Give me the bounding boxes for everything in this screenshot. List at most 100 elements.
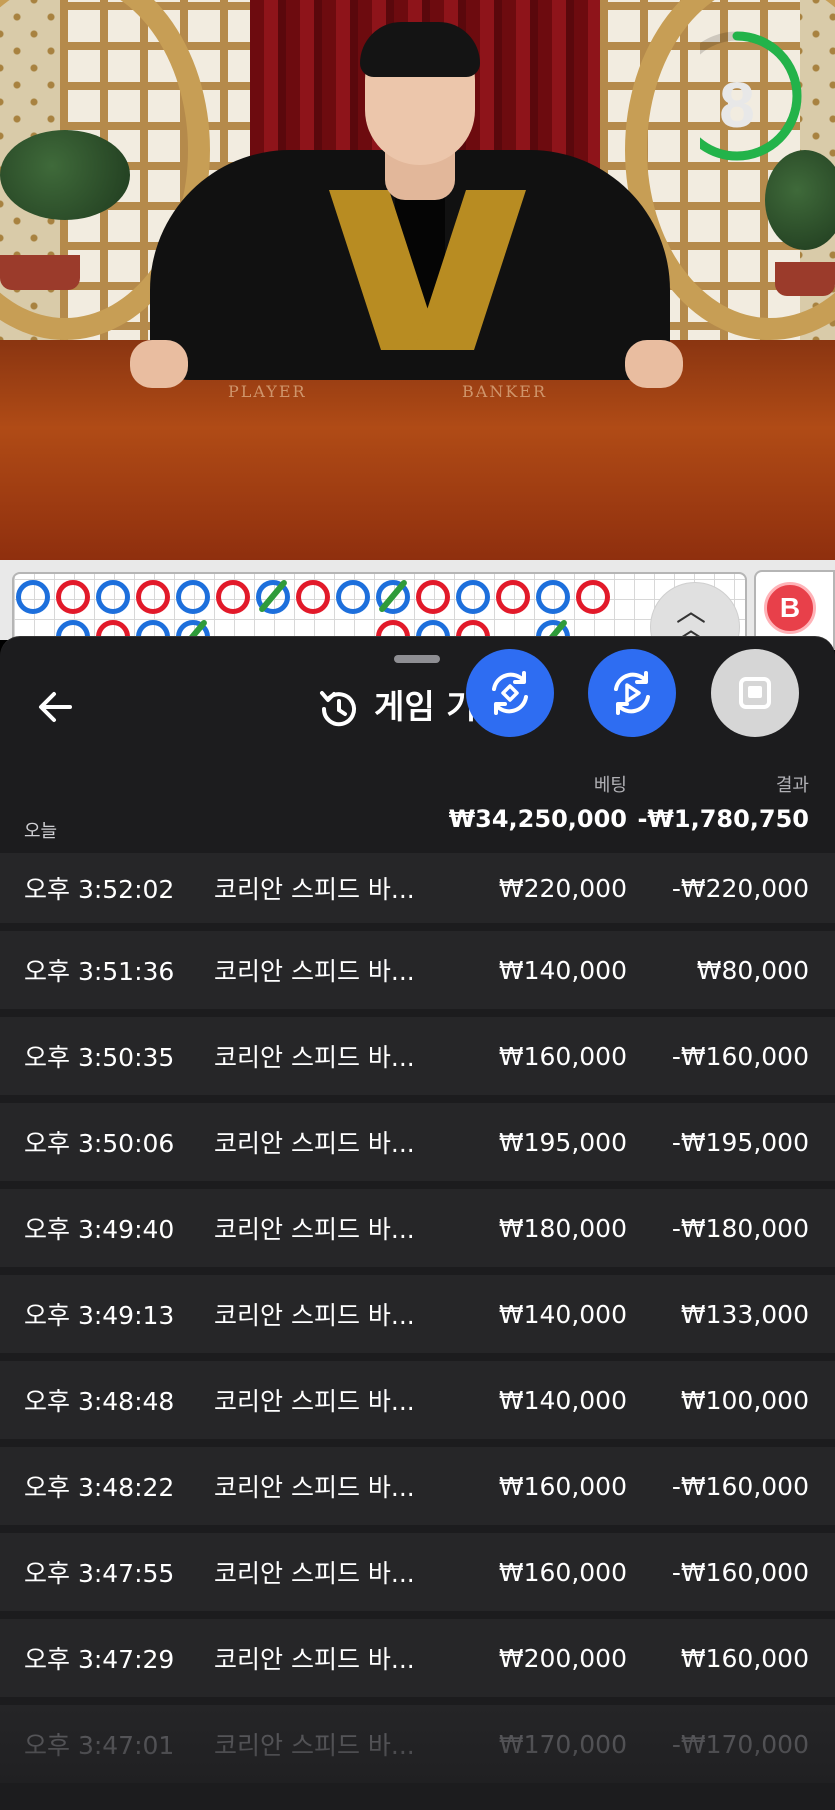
history-row[interactable]: 오후 3:49:40 코리안 스피드 바... ₩180,000 -₩180,0… <box>0 1189 835 1267</box>
sync-icon <box>492 671 528 715</box>
chevron-up-icon: ︿ ︿ <box>676 594 706 647</box>
row-result: -₩195,000 <box>671 1127 809 1157</box>
game-history-sheet: 게임 기록 베팅 결과 오늘 ₩34,250,000 -₩1,780,750 오… <box>0 636 835 1810</box>
history-row[interactable]: 오후 3:52:02 코리안 스피드 바... ₩220,000 -₩220,0… <box>0 853 835 923</box>
row-bet: ₩140,000 <box>498 1299 627 1329</box>
row-game: 코리안 스피드 바... <box>214 1387 415 1416</box>
row-bet: ₩170,000 <box>498 1729 627 1759</box>
row-result: -₩160,000 <box>671 1471 809 1501</box>
row-time: 오후 3:48:48 <box>24 1387 175 1416</box>
history-list: 오후 3:52:02 코리안 스피드 바... ₩220,000 -₩220,0… <box>0 853 835 1791</box>
sync-button[interactable] <box>466 649 554 737</box>
row-game: 코리안 스피드 바... <box>214 875 415 904</box>
banker-badge: B <box>764 582 816 634</box>
result-column-header: 결과 <box>775 775 809 796</box>
row-result: ₩133,000 <box>680 1299 809 1329</box>
player-area-label: PLAYER <box>228 382 307 401</box>
banker-bead <box>56 580 90 614</box>
play-sync-icon <box>614 671 650 715</box>
row-time: 오후 3:47:01 <box>24 1731 175 1760</box>
row-game: 코리안 스피드 바... <box>214 957 415 986</box>
banker-bead <box>216 580 250 614</box>
row-bet: ₩140,000 <box>498 955 627 985</box>
dealer-hand-right <box>625 340 683 388</box>
banker-bead <box>296 580 330 614</box>
row-result: -₩170,000 <box>671 1729 809 1759</box>
bonsai-right <box>765 150 835 250</box>
dealer-hair <box>360 22 480 77</box>
player-bead <box>536 580 570 614</box>
player-bead <box>96 580 130 614</box>
row-bet: ₩140,000 <box>498 1385 627 1415</box>
bet-column-header: 베팅 <box>593 775 627 796</box>
dealer-hand-left <box>130 340 188 388</box>
history-row[interactable]: 오후 3:51:36 코리안 스피드 바... ₩140,000 ₩80,000 <box>0 931 835 1009</box>
live-video[interactable]: PLAYER BANKER 8 <box>0 0 835 560</box>
history-row[interactable]: 오후 3:50:06 코리안 스피드 바... ₩195,000 -₩195,0… <box>0 1103 835 1181</box>
result-total: -₩1,780,750 <box>637 805 809 833</box>
today-label: 오늘 <box>24 821 58 842</box>
history-row[interactable]: 오후 3:48:22 코리안 스피드 바... ₩160,000 -₩160,0… <box>0 1447 835 1525</box>
row-game: 코리안 스피드 바... <box>214 1645 415 1674</box>
banker-bead <box>496 580 530 614</box>
history-row[interactable]: 오후 3:50:35 코리안 스피드 바... ₩160,000 -₩160,0… <box>0 1017 835 1095</box>
row-bet: ₩160,000 <box>498 1557 627 1587</box>
row-game: 코리안 스피드 바... <box>214 1043 415 1072</box>
row-result: ₩100,000 <box>680 1385 809 1415</box>
arrow-left-icon[interactable] <box>36 677 80 737</box>
stop-icon <box>739 677 771 709</box>
player-bead <box>456 580 490 614</box>
bet-total: ₩34,250,000 <box>448 805 627 833</box>
row-game: 코리안 스피드 바... <box>214 1301 415 1330</box>
row-game: 코리안 스피드 바... <box>214 1215 415 1244</box>
row-game: 코리안 스피드 바... <box>214 1559 415 1588</box>
stop-button[interactable] <box>711 649 799 737</box>
row-result: -₩180,000 <box>671 1213 809 1243</box>
row-bet: ₩220,000 <box>498 873 627 903</box>
row-bet: ₩195,000 <box>498 1127 627 1157</box>
player-bead <box>16 580 50 614</box>
row-time: 오후 3:51:36 <box>24 957 175 986</box>
history-row[interactable]: 오후 3:47:01 코리안 스피드 바... ₩170,000 -₩170,0… <box>0 1705 835 1783</box>
play-sync-button[interactable] <box>588 649 676 737</box>
row-result: ₩80,000 <box>696 955 809 985</box>
row-result: ₩160,000 <box>680 1643 809 1673</box>
row-game: 코리안 스피드 바... <box>214 1731 415 1760</box>
bonsai-left <box>0 130 130 220</box>
history-row[interactable]: 오후 3:48:48 코리안 스피드 바... ₩140,000 ₩100,00… <box>0 1361 835 1439</box>
player-bead <box>176 580 210 614</box>
row-result: -₩160,000 <box>671 1557 809 1587</box>
row-time: 오후 3:52:02 <box>24 875 175 904</box>
pot-right <box>775 262 835 296</box>
row-game: 코리안 스피드 바... <box>214 1473 415 1502</box>
row-bet: ₩200,000 <box>498 1643 627 1673</box>
row-game: 코리안 스피드 바... <box>214 1129 415 1158</box>
player-bead <box>336 580 370 614</box>
history-icon <box>316 679 360 739</box>
sheet-grabber[interactable] <box>394 655 440 663</box>
bead-road <box>12 572 747 640</box>
row-time: 오후 3:49:40 <box>24 1215 175 1244</box>
banker-area-label: BANKER <box>462 382 547 401</box>
countdown-timer: 8 <box>672 28 806 164</box>
roadmap-strip[interactable]: B ︿ ︿ <box>0 560 835 672</box>
row-time: 오후 3:47:55 <box>24 1559 175 1588</box>
row-time: 오후 3:48:22 <box>24 1473 175 1502</box>
row-time: 오후 3:50:35 <box>24 1043 175 1072</box>
banker-bead <box>136 580 170 614</box>
row-time: 오후 3:47:29 <box>24 1645 175 1674</box>
timer-value: 8 <box>719 69 755 141</box>
row-time: 오후 3:50:06 <box>24 1129 175 1158</box>
row-result: -₩220,000 <box>671 873 809 903</box>
banker-bead <box>416 580 450 614</box>
row-result: -₩160,000 <box>671 1041 809 1071</box>
row-bet: ₩180,000 <box>498 1213 627 1243</box>
history-row[interactable]: 오후 3:47:29 코리안 스피드 바... ₩200,000 ₩160,00… <box>0 1619 835 1697</box>
row-time: 오후 3:49:13 <box>24 1301 175 1330</box>
banker-bead <box>576 580 610 614</box>
row-bet: ₩160,000 <box>498 1041 627 1071</box>
row-bet: ₩160,000 <box>498 1471 627 1501</box>
history-row[interactable]: 오후 3:47:55 코리안 스피드 바... ₩160,000 -₩160,0… <box>0 1533 835 1611</box>
pot-left <box>0 255 80 290</box>
history-row[interactable]: 오후 3:49:13 코리안 스피드 바... ₩140,000 ₩133,00… <box>0 1275 835 1353</box>
